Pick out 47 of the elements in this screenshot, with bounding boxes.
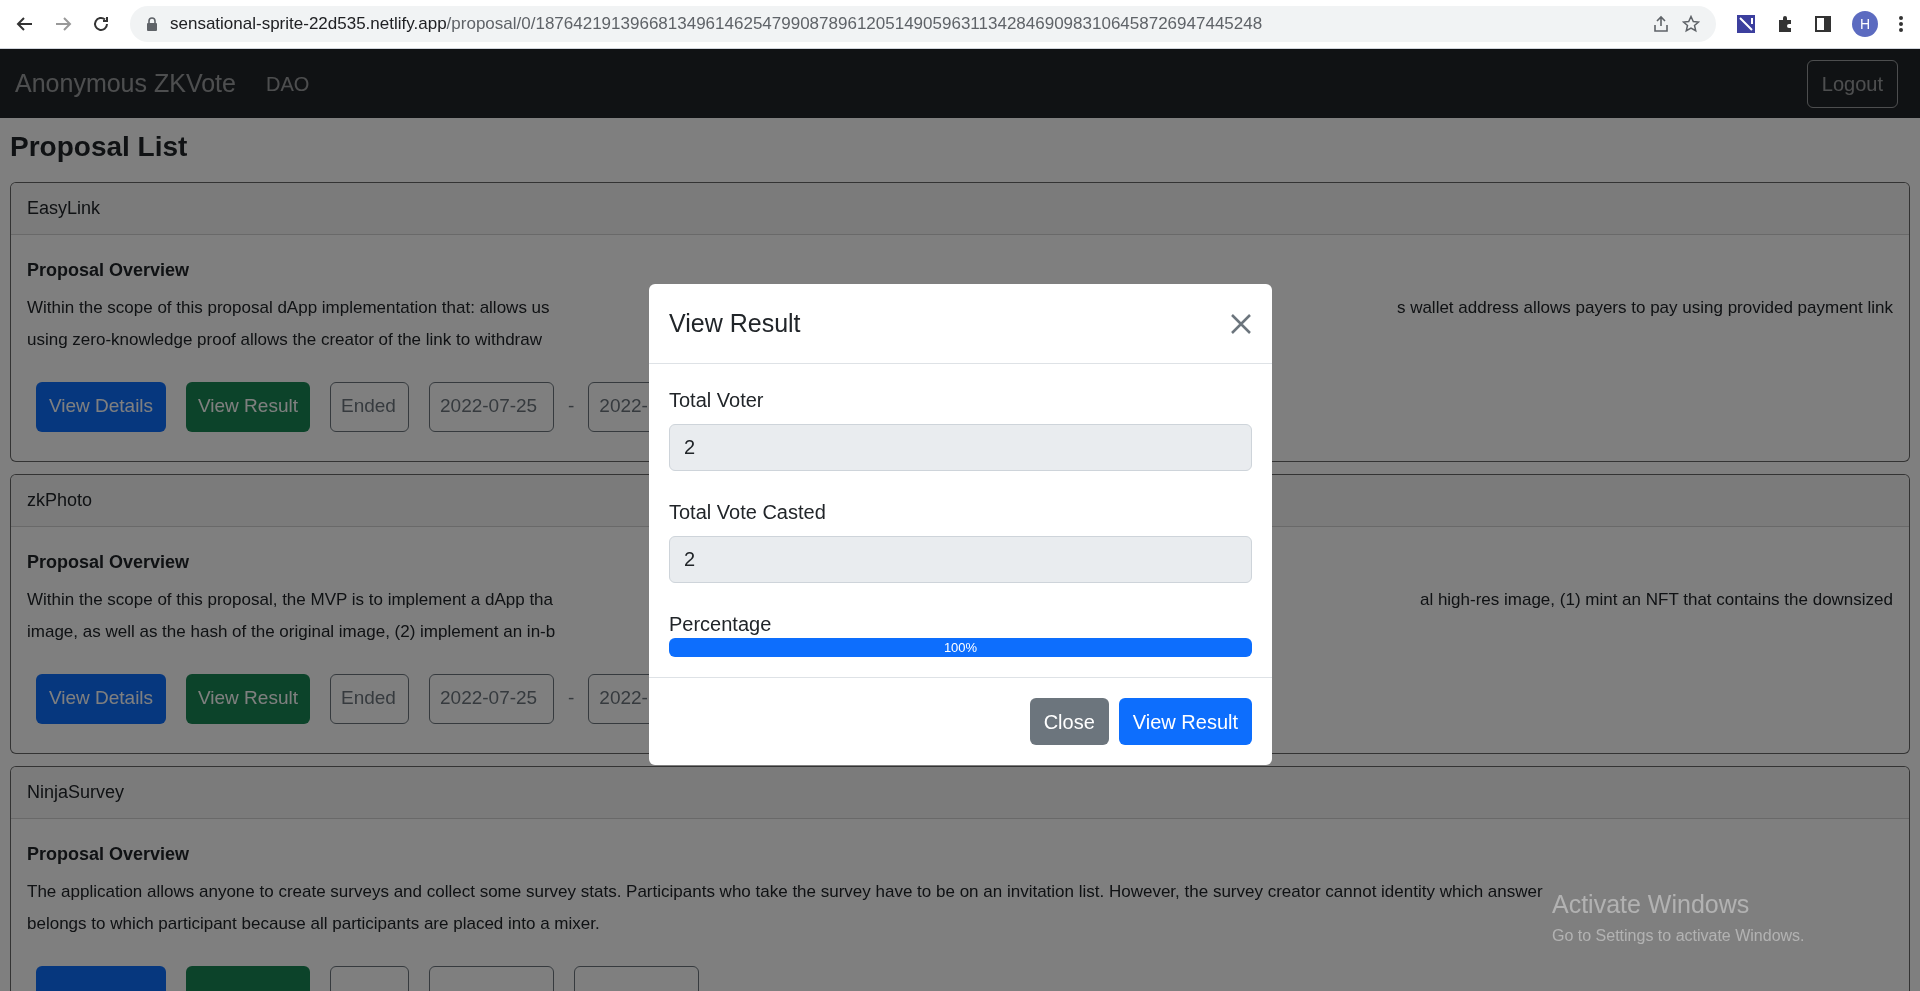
star-icon[interactable]	[1682, 15, 1700, 33]
back-icon[interactable]	[16, 15, 34, 33]
status-badge: Ended	[330, 673, 409, 724]
view-result-button[interactable]: View Result	[186, 381, 310, 432]
address-bar[interactable]: sensational-sprite-22d535.netlify.app/proposal/0/18764219139668134961462547990878961205149059631134284690983106458726947445248	[130, 6, 1716, 42]
description-text: image, as well as the hash of the original image, (2) implement an in-b	[27, 620, 556, 643]
view-details-button[interactable]: View Details	[36, 673, 166, 724]
start-date: 2022-07-25	[429, 673, 554, 724]
menu-icon[interactable]	[1898, 15, 1904, 33]
close-icon[interactable]	[1230, 312, 1252, 335]
description-text: belongs to which participant because all participants are placed into a mixer.	[27, 912, 600, 935]
description-text: Within the scope of this proposal dApp implementation that: allows us	[27, 296, 550, 319]
date-separator: -	[568, 394, 575, 419]
field-label: Percentage	[669, 612, 772, 636]
overview-heading: Proposal Overview	[27, 258, 190, 282]
puzzle-icon[interactable]	[1776, 15, 1794, 33]
readonly-field[interactable]: 2	[669, 424, 1252, 471]
description-text: Within the scope of this proposal, the MVP is to implement a dApp tha	[27, 588, 554, 611]
page-heading: Proposal List	[10, 130, 188, 164]
view-result-button[interactable]: View Result	[186, 673, 310, 724]
progress-fill: 100%	[669, 638, 1252, 657]
forward-icon[interactable]	[54, 15, 72, 33]
extension-icon[interactable]	[1736, 14, 1756, 34]
description-text: al high-res image, (1) mint an NFT that contains the downsized	[1419, 588, 1893, 611]
view-details-button[interactable]: View Details	[36, 381, 166, 432]
card-title: NinjaSurvey	[27, 780, 125, 804]
close-button[interactable]: Close	[1029, 698, 1109, 745]
description-text: s wallet address allows payers to pay using provided payment link	[1396, 296, 1893, 319]
view-result-button[interactable]: View Result	[1118, 698, 1252, 745]
sidebar-icon[interactable]	[1814, 15, 1832, 33]
readonly-field[interactable]: 2	[669, 536, 1252, 583]
lock-icon	[146, 17, 158, 31]
profile-avatar[interactable]: H	[1852, 11, 1878, 37]
start-date: 2022-07-25	[429, 381, 554, 432]
description-text: using zero-knowledge proof allows the creator of the link to withdraw	[27, 328, 542, 351]
date-separator: -	[568, 686, 575, 711]
field-label: Total Vote Casted	[669, 500, 826, 524]
description-text: The application allows anyone to create surveys and collect some survey stats. Participants who take the survey have to be on an invitation list. However, the survey creator cannot identity which answer	[27, 880, 1543, 903]
card-title: zkPhoto	[27, 488, 93, 512]
overview-heading: Proposal Overview	[27, 842, 190, 866]
url-text: sensational-sprite-22d535.netlify.app/proposal/0/18764219139668134961462547990878961205149059631134284690983106458726947445248	[170, 13, 1263, 36]
status-badge: Ended	[330, 381, 409, 432]
card-title: EasyLink	[27, 196, 101, 220]
share-icon[interactable]	[1652, 15, 1670, 33]
modal-title: View Result	[669, 307, 802, 339]
reload-icon[interactable]	[92, 15, 110, 33]
overview-heading: Proposal Overview	[27, 550, 190, 574]
